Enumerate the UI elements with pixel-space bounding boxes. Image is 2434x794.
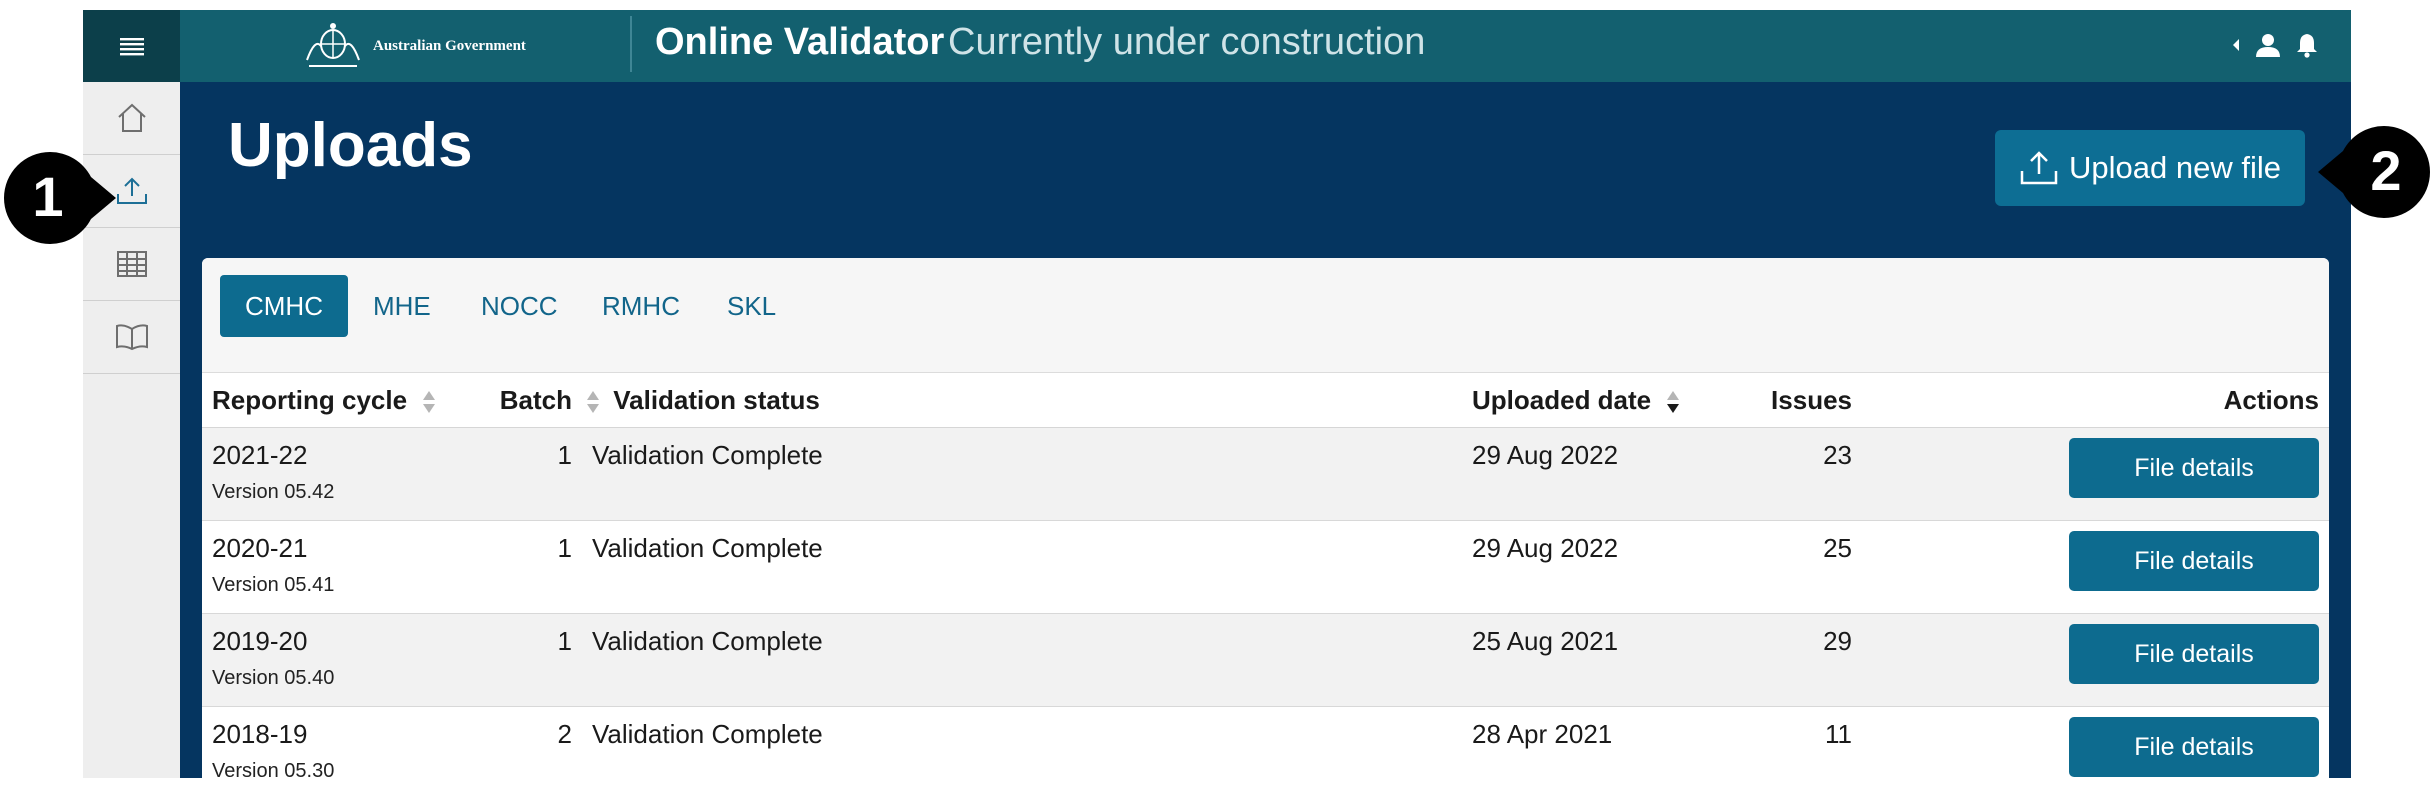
cell-date: 29 Aug 2022: [1472, 533, 1619, 563]
cell-issues: 23: [1823, 440, 1852, 470]
cell-cycle: 2019-20 Version 05.40: [202, 614, 422, 707]
app-title: Online Validator: [655, 21, 945, 63]
table-row: 2021-22 Version 05.42 1 Validation Comple…: [202, 427, 2329, 521]
cell-actions: File details: [1862, 521, 2329, 614]
uploads-table: Reporting cycle Batch Validation status …: [202, 373, 2329, 778]
uploads-card: CMHC MHE NOCC RMHC SKL Reporting cycle B…: [202, 258, 2329, 778]
tab-rmhc[interactable]: RMHC: [577, 275, 705, 337]
user-icon[interactable]: [2255, 32, 2281, 58]
col-actions: Actions: [1862, 373, 2329, 428]
version-text: Version 05.42: [212, 481, 335, 503]
top-bar: Australian Government Online Validator C…: [83, 10, 2351, 82]
cell-actions: File details: [1862, 707, 2329, 779]
cell-issues: 29: [1823, 626, 1852, 656]
tab-nocc[interactable]: NOCC: [456, 275, 583, 337]
cell-actions: File details: [1862, 428, 2329, 521]
sidebar-item-home[interactable]: [83, 82, 180, 155]
cell-cycle: 2018-19 Version 05.30: [202, 707, 422, 778]
col-label: Issues: [1771, 384, 1852, 415]
col-reporting-cycle[interactable]: Reporting cycle: [202, 373, 436, 428]
bell-icon[interactable]: [2295, 32, 2319, 58]
home-icon: [117, 103, 146, 132]
table-row: 2018-19 Version 05.30 2 Validation Comple…: [202, 706, 2329, 779]
file-details-button[interactable]: File details: [2069, 717, 2319, 777]
version-text: Version 05.30: [212, 760, 335, 778]
header-divider: [630, 16, 632, 72]
col-issues[interactable]: Issues: [1722, 373, 1862, 428]
sort-desc-icon[interactable]: [1666, 389, 1680, 415]
top-icons: [2231, 32, 2319, 58]
gov-label: Australian Government: [373, 37, 526, 54]
cycle-text: 2020-21: [212, 533, 308, 563]
app-window: Australian Government Online Validator C…: [83, 10, 2351, 778]
upload-icon: [2020, 151, 2058, 185]
table-row: 2019-20 Version 05.40 1 Validation Comple…: [202, 613, 2329, 707]
cell-status: Validation Complete: [592, 440, 823, 470]
page-title: Uploads: [228, 111, 473, 180]
gov-logo: Australian Government: [301, 18, 526, 74]
cell-issues: 11: [1825, 719, 1852, 749]
callout-2-marker: 2: [2318, 125, 2430, 219]
book-icon: [115, 324, 148, 351]
cell-date: 29 Aug 2022: [1472, 440, 1619, 470]
col-label: Actions: [2223, 384, 2319, 415]
col-batch[interactable]: Batch: [422, 373, 582, 428]
version-text: Version 05.40: [212, 667, 335, 689]
cycle-text: 2021-22: [212, 440, 308, 470]
cycle-text: 2018-19: [212, 719, 308, 749]
tab-cmhc[interactable]: CMHC: [220, 275, 348, 337]
callout-1-marker: 1: [4, 151, 116, 245]
menu-button[interactable]: [83, 10, 180, 82]
cell-batch: 1: [557, 626, 572, 656]
tab-bar: CMHC MHE NOCC RMHC SKL: [202, 258, 2329, 373]
app-subtitle: Currently under construction: [948, 21, 1426, 63]
sidebar-item-docs[interactable]: [83, 301, 180, 374]
col-label: Validation status: [613, 384, 820, 415]
cycle-text: 2019-20: [212, 626, 308, 656]
table-header-row: Reporting cycle Batch Validation status …: [202, 373, 2329, 428]
table-row: 2020-21 Version 05.41 1 Validation Comple…: [202, 520, 2329, 614]
col-label: Uploaded date: [1472, 384, 1652, 415]
file-details-button[interactable]: File details: [2069, 531, 2319, 591]
cell-cycle: 2020-21 Version 05.41: [202, 521, 422, 614]
sort-icon[interactable]: [586, 389, 600, 415]
cell-batch: 1: [557, 440, 572, 470]
col-uploaded-date[interactable]: Uploaded date: [1462, 373, 1722, 428]
callout-2-number: 2: [2370, 139, 2401, 202]
cell-status: Validation Complete: [592, 533, 823, 563]
upload-button-label: Upload new file: [2069, 150, 2281, 185]
col-validation-status[interactable]: Validation status: [582, 373, 1462, 428]
sort-icon[interactable]: [422, 389, 436, 415]
cell-date: 28 Apr 2021: [1472, 719, 1613, 749]
cell-status: Validation Complete: [592, 626, 823, 656]
cell-actions: File details: [1862, 614, 2329, 707]
cell-status: Validation Complete: [592, 719, 823, 749]
cell-issues: 25: [1823, 533, 1852, 563]
file-details-button[interactable]: File details: [2069, 438, 2319, 498]
crest-icon: [306, 23, 360, 67]
table-icon: [116, 251, 147, 277]
file-details-button[interactable]: File details: [2069, 624, 2319, 684]
cell-date: 25 Aug 2021: [1472, 626, 1619, 656]
col-label: Reporting cycle: [212, 384, 408, 415]
chevron-left-icon[interactable]: [2231, 36, 2241, 54]
col-label: Batch: [499, 384, 572, 415]
version-text: Version 05.41: [212, 574, 335, 596]
cell-batch: 1: [557, 533, 572, 563]
callout-1-number: 1: [32, 165, 63, 228]
tab-skl[interactable]: SKL: [702, 275, 801, 337]
cell-cycle: 2021-22 Version 05.42: [202, 428, 422, 521]
hamburger-icon: [119, 38, 144, 56]
cell-batch: 2: [557, 719, 572, 749]
upload-new-file-button[interactable]: Upload new file: [1995, 130, 2305, 206]
tab-mhe[interactable]: MHE: [348, 275, 456, 337]
